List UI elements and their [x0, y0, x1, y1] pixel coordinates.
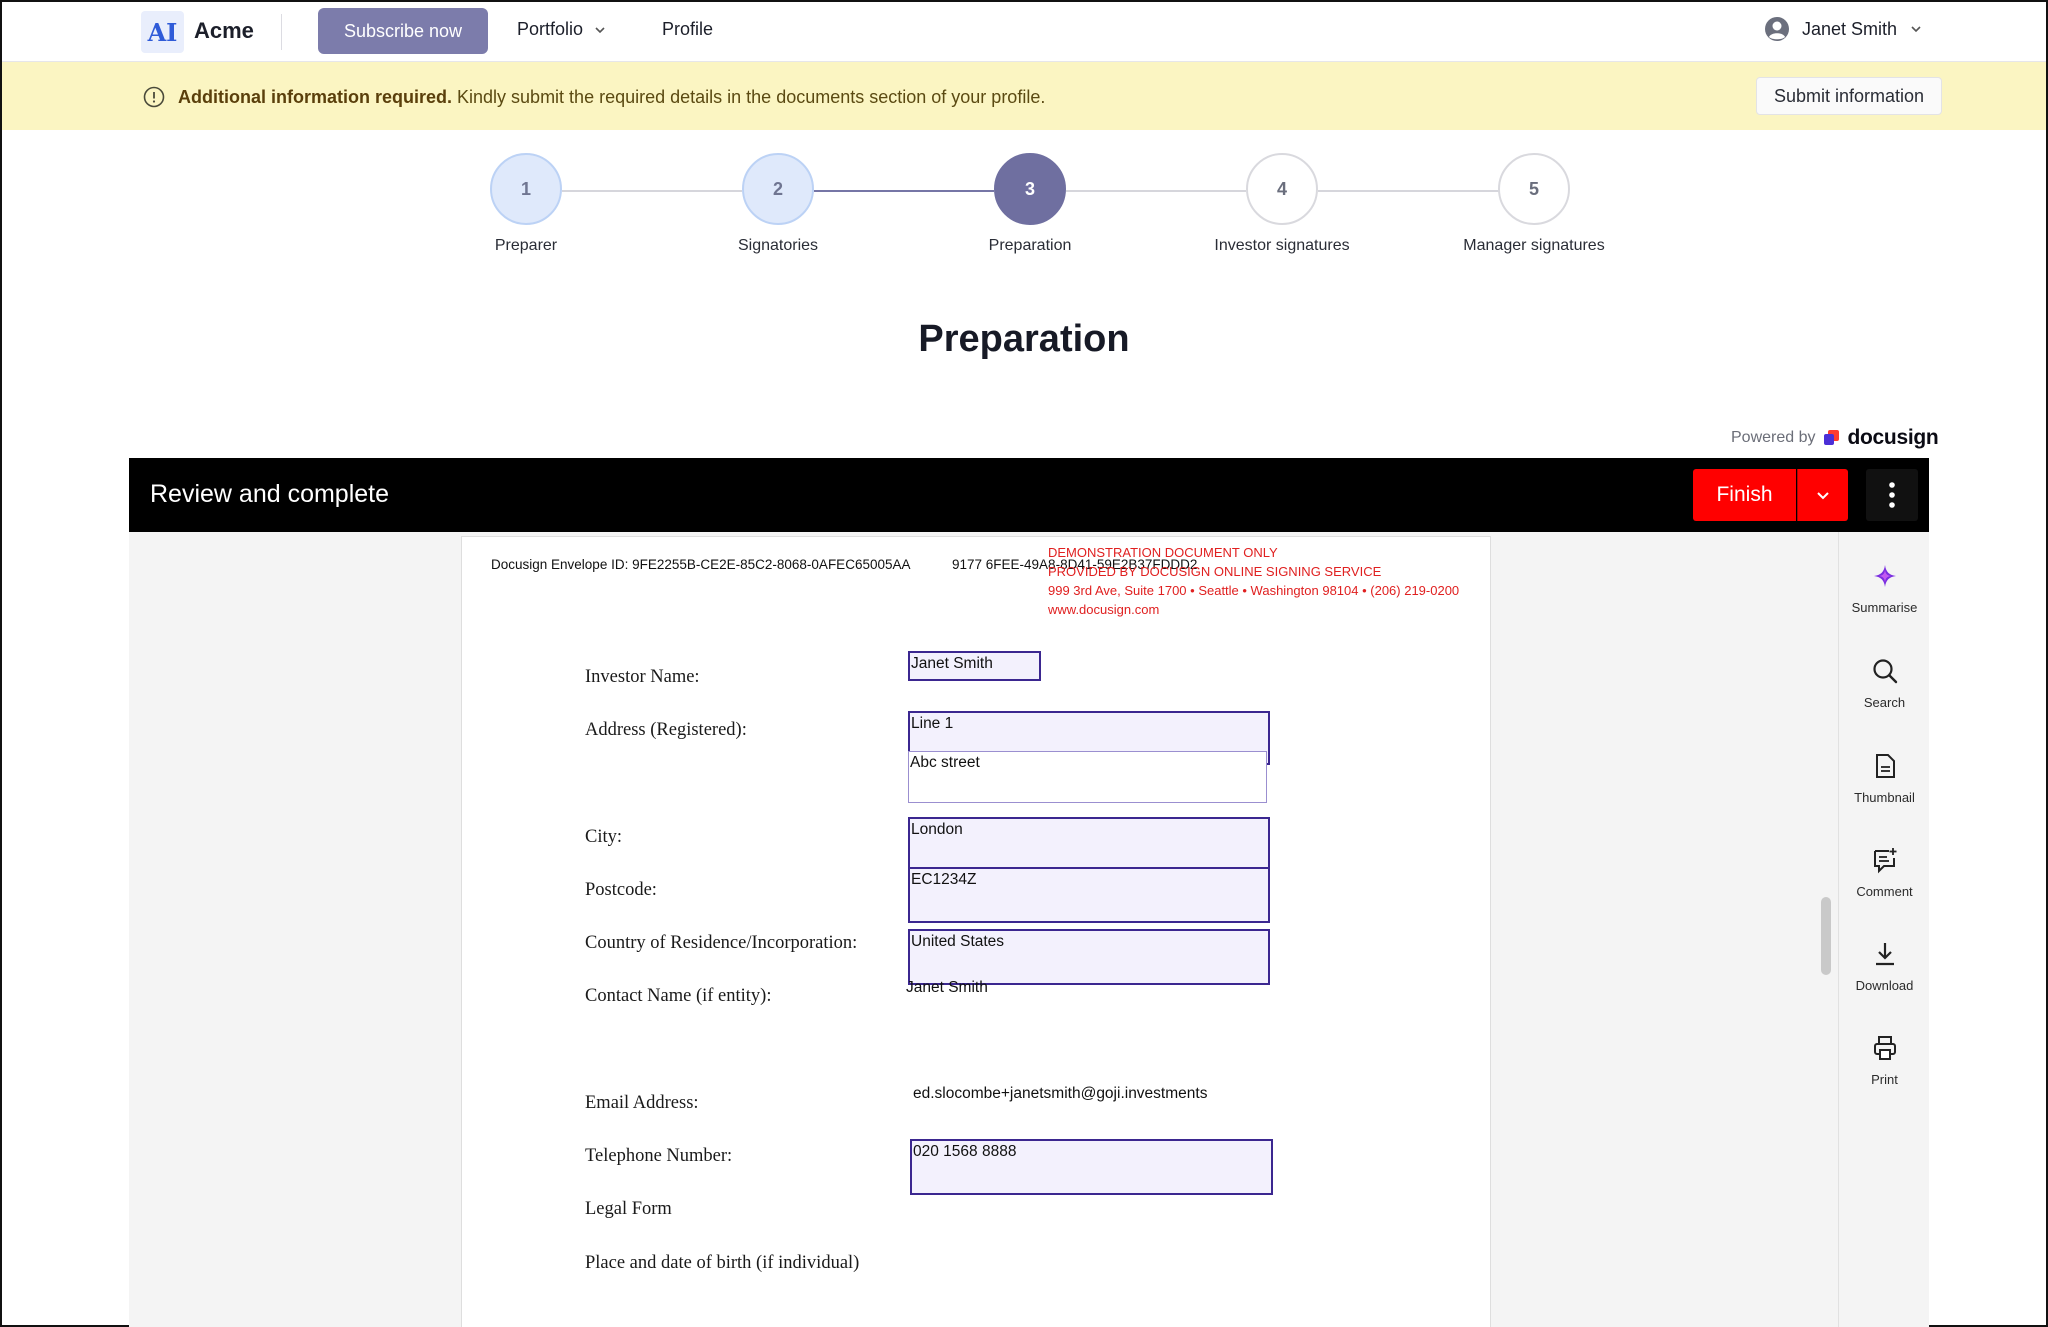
step-2-label: Signatories — [737, 237, 819, 254]
demo-line: PROVIDED BY DOCUSIGN ONLINE SIGNING SERV… — [1048, 564, 1382, 579]
step-3-label: Preparation — [988, 237, 1072, 254]
thumbnail-label: Thumbnail — [1854, 790, 1915, 805]
more-options-button[interactable] — [1866, 469, 1918, 521]
powered-by-docusign: Powered by docusign — [1731, 426, 1939, 450]
document-page: Docusign Envelope ID: 9FE2255B-CE2E-85C2… — [461, 536, 1491, 1327]
top-nav: AI Acme Subscribe now Portfolio Profile … — [2, 2, 2046, 62]
print-label: Print — [1871, 1072, 1898, 1087]
legal-form-label: Legal Form — [585, 1199, 672, 1219]
alert-circle-icon — [143, 86, 165, 108]
step-connector — [1318, 190, 1500, 192]
subscribe-button[interactable]: Subscribe now — [318, 8, 488, 54]
email-label: Email Address: — [585, 1093, 699, 1113]
city-label: City: — [585, 827, 623, 847]
city-field[interactable]: London — [908, 817, 1270, 871]
country-label: Country of Residence/Incorporation: — [585, 933, 858, 953]
step-3[interactable]: 3 — [994, 153, 1066, 225]
tool-rail: Summarise Search Thumbnail Comment Downl… — [1838, 532, 1929, 1327]
powered-by-text: Powered by — [1731, 429, 1816, 446]
download-tool[interactable]: Download — [1839, 940, 1929, 993]
submit-information-button[interactable]: Submit information — [1756, 77, 1942, 115]
nav-portfolio-label: Portfolio — [517, 19, 584, 39]
step-connector — [562, 190, 742, 192]
printer-icon — [1873, 1036, 1896, 1060]
download-label: Download — [1855, 978, 1914, 993]
user-avatar-icon — [1765, 17, 1789, 41]
postcode-label: Postcode: — [585, 880, 657, 900]
telephone-field[interactable]: 020 1568 8888 — [910, 1139, 1273, 1195]
step-connector — [1066, 190, 1246, 192]
page-title: Preparation — [918, 318, 1130, 360]
search-tool[interactable]: Search — [1839, 657, 1929, 710]
brand-name[interactable]: Acme — [194, 18, 254, 44]
step-5[interactable]: 5 — [1498, 153, 1570, 225]
sparkle-icon — [1873, 565, 1896, 587]
user-menu[interactable]: Janet Smith — [1764, 16, 1923, 42]
finish-options-button[interactable] — [1797, 469, 1848, 521]
more-vertical-icon — [1889, 482, 1895, 508]
search-icon — [1872, 659, 1897, 684]
address-line2-field[interactable]: Abc street — [908, 751, 1267, 803]
country-field[interactable]: United States — [908, 929, 1270, 985]
step-4-label: Investor signatures — [1214, 237, 1350, 254]
demo-watermark: DEMONSTRATION DOCUMENT ONLY PROVIDED BY … — [1048, 543, 1459, 619]
investor-name-label: Investor Name: — [585, 667, 700, 687]
comment-label: Comment — [1856, 884, 1913, 899]
finish-button[interactable]: Finish — [1693, 469, 1796, 521]
demo-line: DEMONSTRATION DOCUMENT ONLY — [1048, 545, 1278, 560]
document-viewer[interactable]: Docusign Envelope ID: 9FE2255B-CE2E-85C2… — [129, 532, 1929, 1327]
envelope-id: Docusign Envelope ID: 9FE2255B-CE2E-85C2… — [491, 557, 911, 572]
nav-divider — [281, 14, 282, 50]
step-connector — [814, 190, 994, 192]
step-4[interactable]: 4 — [1246, 153, 1318, 225]
user-name: Janet Smith — [1802, 18, 1898, 39]
banner-body: Kindly submit the required details in th… — [457, 87, 1046, 107]
print-tool[interactable]: Print — [1839, 1034, 1929, 1087]
email-value: ed.slocombe+janetsmith@goji.investments — [913, 1085, 1208, 1102]
progress-stepper: 1 2 3 4 5 Preparer Signatories Preparati… — [2, 130, 2046, 270]
telephone-label: Telephone Number: — [585, 1146, 733, 1166]
demo-line: 999 3rd Ave, Suite 1700 • Seattle • Wash… — [1048, 583, 1460, 598]
chevron-down-icon — [595, 26, 605, 33]
banner-title: Additional information required. — [178, 87, 452, 107]
investor-name-field[interactable]: Janet Smith — [908, 651, 1041, 681]
document-icon — [1875, 754, 1895, 778]
search-label: Search — [1863, 695, 1906, 710]
comment-tool[interactable]: Comment — [1839, 846, 1929, 899]
summarise-tool[interactable]: Summarise — [1839, 562, 1929, 615]
nav-portfolio[interactable]: Portfolio — [517, 19, 607, 40]
scrollbar-thumb[interactable] — [1821, 897, 1831, 975]
address-label: Address (Registered): — [585, 720, 747, 740]
summarise-label: Summarise — [1851, 600, 1918, 615]
birth-label: Place and date of birth (if individual) — [585, 1253, 860, 1273]
step-1-label: Preparer — [494, 237, 558, 254]
logo[interactable]: AI — [141, 11, 184, 53]
demo-line: www.docusign.com — [1048, 602, 1160, 617]
docusign-brand: docusign — [1847, 426, 1939, 449]
step-2[interactable]: 2 — [742, 153, 814, 225]
review-title: Review and complete — [150, 480, 390, 508]
thumbnail-tool[interactable]: Thumbnail — [1839, 752, 1929, 805]
nav-profile[interactable]: Profile — [662, 19, 713, 40]
step-1[interactable]: 1 — [490, 153, 562, 225]
comment-icon — [1873, 848, 1896, 874]
chevron-down-icon — [1911, 26, 1921, 33]
download-icon — [1875, 943, 1894, 966]
info-banner: Additional information required. Kindly … — [2, 62, 2046, 130]
contact-name-value: Janet Smith — [906, 979, 988, 996]
postcode-field[interactable]: EC1234Z — [908, 867, 1270, 923]
step-5-label: Manager signatures — [1463, 237, 1605, 254]
contact-name-label: Contact Name (if entity): — [585, 986, 772, 1006]
review-toolbar: Review and complete Finish — [129, 458, 1929, 532]
docusign-logo-icon — [1823, 430, 1839, 445]
chevron-down-icon — [1817, 492, 1829, 500]
banner-message: Additional information required. Kindly … — [178, 87, 1045, 108]
